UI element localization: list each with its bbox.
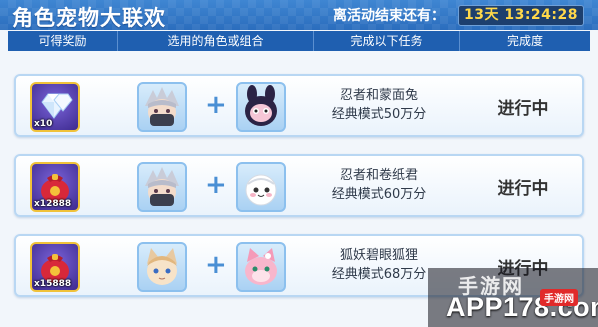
watermark-badge: 手游网 — [540, 289, 578, 306]
task-goal: 经典模式50万分 — [331, 107, 427, 122]
status-in-progress: 进行中 — [497, 99, 549, 119]
countdown-label: 离活动结束还有： — [333, 8, 445, 24]
task-pair: 忍者和卷纸君 — [339, 168, 418, 183]
column-reward: 可得奖励 — [8, 31, 118, 51]
paper-roll-pet-icon — [245, 174, 277, 206]
task-row[interactable]: x10 + 忍者和蒙面兔 经典模式50万分 进行中 — [14, 74, 584, 137]
ninja-character-icon — [145, 87, 179, 126]
ninja-character-icon — [145, 167, 179, 206]
task-pair: 忍者和蒙面兔 — [339, 88, 418, 103]
column-characters: 选用的角色或组合 — [118, 31, 314, 51]
character-card[interactable] — [137, 82, 187, 132]
reward-slot[interactable]: x10 — [30, 82, 80, 132]
character-card[interactable] — [137, 162, 187, 212]
site-watermark: 手游网 APP178.com 手游网 — [428, 268, 598, 327]
pet-card[interactable] — [236, 162, 286, 212]
plus-icon: + — [205, 90, 227, 120]
reward-slot[interactable]: x12888 — [30, 162, 80, 212]
task-description: 忍者和蒙面兔 经典模式50万分 — [314, 86, 444, 124]
plus-icon: + — [205, 250, 227, 280]
plus-icon: + — [205, 170, 227, 200]
pink-fox-pet-icon — [245, 248, 277, 285]
column-progress: 完成度 — [506, 34, 543, 48]
task-row[interactable]: x12888 + 忍者和卷纸君 经典模式60万分 进行中 — [14, 154, 584, 217]
reward-count: x15888 — [34, 279, 72, 289]
reward-count: x12888 — [34, 199, 72, 209]
masked-rabbit-pet-icon — [245, 85, 277, 126]
column-task: 完成以下任务 — [314, 31, 460, 51]
task-pair: 狐妖碧眼狐狸 — [339, 248, 418, 263]
event-header: 角色宠物大联欢 离活动结束还有： 13天 13:24:28 — [0, 0, 598, 30]
task-goal: 经典模式68万分 — [331, 267, 427, 282]
character-card[interactable] — [137, 242, 187, 292]
reward-slot[interactable]: x15888 — [30, 242, 80, 292]
pet-card[interactable] — [236, 242, 286, 292]
column-header-bar: 可得奖励 选用的角色或组合 完成以下任务 完成度 — [8, 31, 590, 51]
task-description: 狐妖碧眼狐狸 经典模式68万分 — [314, 246, 444, 284]
task-goal: 经典模式60万分 — [331, 187, 427, 202]
fox-girl-character-icon — [147, 248, 177, 285]
countdown-timer: 13天 13:24:28 — [458, 5, 584, 26]
pet-card[interactable] — [236, 82, 286, 132]
status-in-progress: 进行中 — [497, 179, 549, 199]
task-description: 忍者和卷纸君 经典模式60万分 — [314, 166, 444, 204]
event-title: 角色宠物大联欢 — [12, 6, 166, 30]
reward-count: x10 — [34, 119, 53, 129]
